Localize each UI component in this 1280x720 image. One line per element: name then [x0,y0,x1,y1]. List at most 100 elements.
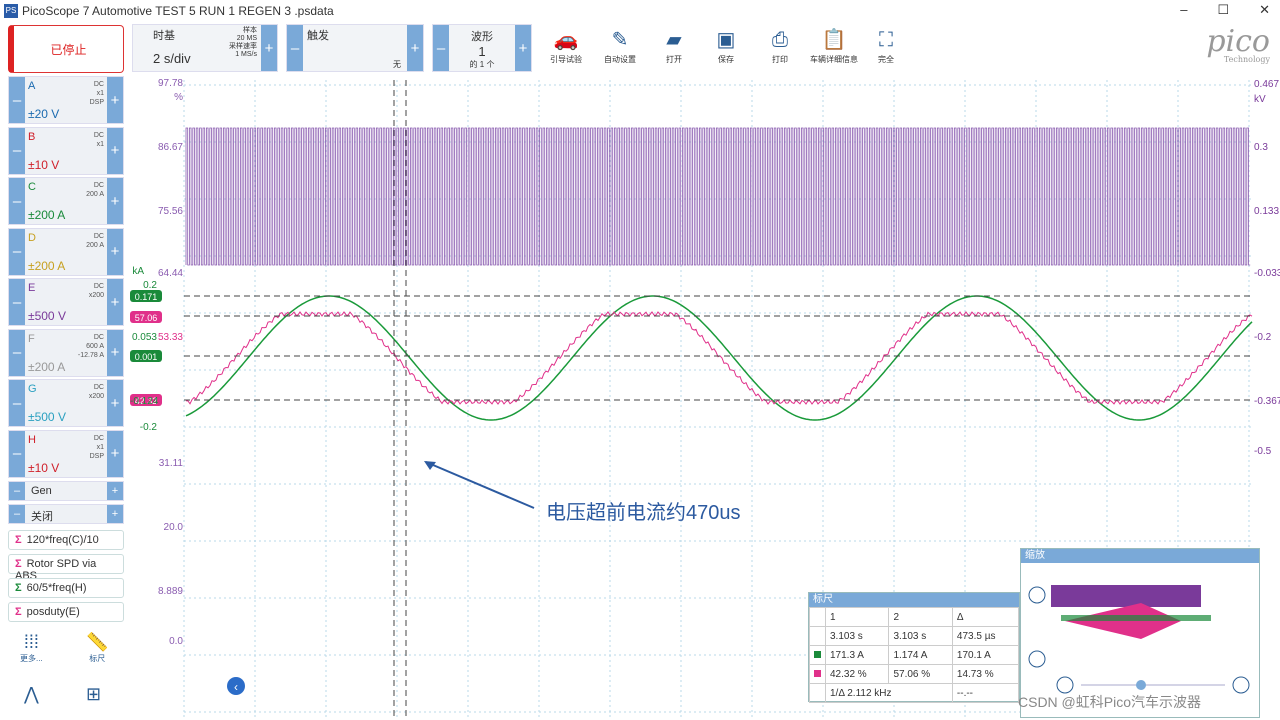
channel-minus-button[interactable]: – [9,228,25,275]
waveform-control[interactable]: – 波形 1 的 1 个 + [432,24,532,72]
printer-icon: ⎙ [772,29,788,51]
channel-range: ±500 V [28,410,66,424]
pico-logo: pico Technology [1206,24,1270,64]
axis-label-current: kA [132,266,144,277]
ruler-table: 12Δ 3.103 s 3.103 s 473.5 µs 171.3 A 1.174 … [809,607,1020,703]
axis-label-right: -0.2 [1254,332,1272,343]
channel-minus-button[interactable]: – [9,77,25,123]
channel-minus-button[interactable]: – [9,430,25,477]
channel-plus-button[interactable]: + [107,380,123,426]
channel-range: ±20 V [28,107,60,121]
channel-plus-button[interactable]: + [107,279,123,325]
timebase-value[interactable]: 2 s/div [153,51,191,66]
channel-plus-button[interactable]: + [107,127,123,174]
print-button[interactable]: ⎙ 打印 [756,26,804,65]
axis-label-right: -0.033 [1254,268,1280,279]
timebase-plus-button[interactable]: + [261,25,277,71]
channel-b[interactable]: – B DC x1 ±10 V + [8,126,124,175]
back-chevron-icon: ‹ [234,680,238,694]
rate-label: 采样速率 [229,43,257,50]
channel-plus-button[interactable]: + [107,329,123,376]
window-title: PicoScope 7 Automotive TEST 5 RUN 1 REGE… [22,4,334,18]
ruler-icon: 📏 [86,632,109,652]
trigger-plus-button[interactable]: + [407,25,423,71]
trigger-minus-button[interactable]: – [287,25,303,71]
vehicle-details-button[interactable]: 📋 车辆详细信息 [810,26,858,65]
math-channel-4[interactable]: Σposduty(E) [8,602,124,622]
open-button[interactable]: ▰ 打开 [650,26,698,65]
channel-h[interactable]: – H DC x1 DSP ±10 V + [8,429,124,478]
axis-label-left: 8.889 [158,586,183,597]
math-channel-1[interactable]: Σ 120*freq(C)/10 [8,530,124,550]
title-bar: PS PicoScope 7 Automotive TEST 5 RUN 1 RE… [0,0,1280,22]
waveform-value: 1 [478,44,486,59]
channel-name: C [28,181,36,193]
axis-label-left: 0.0 [169,636,183,647]
stop-button[interactable]: 已停止 [8,25,124,73]
axis-label-current: 0.053 [132,332,157,343]
more-button[interactable]: ⁞⁞⁞ 更多... [20,632,43,664]
waveform-minus-button[interactable]: – [433,25,449,71]
axis-label-left: 20.0 [164,522,184,533]
axis-label-left: 97.78 [158,78,183,89]
axis-label-right: 0.3 [1254,142,1268,153]
channel-minus-button[interactable]: – [9,178,25,224]
guided-test-button[interactable]: 🚗 引导试验 [542,26,590,65]
math-channel-2[interactable]: Σ Rotor SPD via ABS [8,554,124,582]
timebase-control[interactable]: 时基 2 s/div 样本 20 MS 采样速率 1 MS/s + [132,24,278,72]
close-button[interactable]: ✕ [1259,2,1270,18]
ruler-button[interactable]: 📏 标尺 [86,632,108,664]
auto-setup-button[interactable]: ✎ 自动设置 [596,26,644,65]
channel-meta: DC x1 DSP [89,434,104,460]
channel-minus-button[interactable]: – [9,279,25,325]
axis-label-left: % [174,92,183,103]
channel-minus-button[interactable]: – [9,380,25,426]
samples-label: 样本 [243,27,257,34]
off-control[interactable]: – 关闭 + [8,504,124,524]
minimize-button[interactable]: – [1180,2,1187,18]
channel-meta: DC 200 A [86,232,104,249]
annotation-text: 电压超前电流约470us [546,502,741,524]
channel-d[interactable]: – D DC 200 A ±200 A + [8,227,124,276]
gen-control[interactable]: – Gen + [8,481,124,501]
waveform-of: 的 1 个 [469,60,495,69]
channel-minus-button[interactable]: – [9,329,25,376]
channel-name: D [28,231,36,244]
channel-g[interactable]: – G DC x200 ±500 V + [8,379,124,427]
car-icon: 🚗 [553,29,579,51]
channel-plus-button[interactable]: + [107,77,123,123]
axis-label-pct: 53.33 [158,332,183,343]
views-icon[interactable]: ⊞ [86,684,101,705]
annotation-arrow [425,461,535,509]
math-channel-3[interactable]: Σ 60/5*freq(H) [8,578,124,598]
channel-meta: DC x1 DSP [89,81,104,106]
save-icon: ▣ [716,29,736,51]
measure-icon[interactable]: ⋀ [24,684,39,705]
channel-plus-button[interactable]: + [107,178,123,224]
axis-label-right: -0.5 [1254,446,1272,457]
channel-e[interactable]: – E DC x200 ±500 V + [8,278,124,326]
ruler-panel-title: 标尺 [809,593,1019,607]
channel-minus-button[interactable]: – [9,127,25,174]
clipboard-icon: 📋 [821,29,847,51]
channel-a[interactable]: – A DC x1 DSP ±20 V + [8,76,124,124]
channel-name: A [28,80,36,92]
channel-range: ±500 V [28,309,66,323]
ruler-panel[interactable]: 标尺 12Δ 3.103 s 3.103 s 473.5 µs 171.3 A 1.1… [808,592,1020,703]
channel-f[interactable]: – F DC 600 A -12.78 A ±200 A + [8,328,124,377]
save-button[interactable]: ▣ 保存 [702,26,750,65]
channel-c[interactable]: – C DC 200 A ±200 A + [8,177,124,225]
fullscreen-button[interactable]: ⛶ 完全 [862,26,910,65]
trigger-control[interactable]: – 触发 无 + [286,24,424,72]
axis-label-current: 0.2 [143,280,157,291]
waveform-plus-button[interactable]: + [515,25,531,71]
axis-label-right: -0.367 [1254,396,1280,407]
trigger-mode: 无 [393,60,401,69]
channel-range: ±10 V [28,460,60,475]
channel-name: F [28,332,35,345]
channel-plus-button[interactable]: + [107,430,123,477]
channel-plus-button[interactable]: + [107,228,123,275]
maximize-button[interactable]: ☐ [1217,2,1229,18]
zoom-panel-title: 缩放 [1021,549,1259,563]
channel-name: H [28,433,36,446]
